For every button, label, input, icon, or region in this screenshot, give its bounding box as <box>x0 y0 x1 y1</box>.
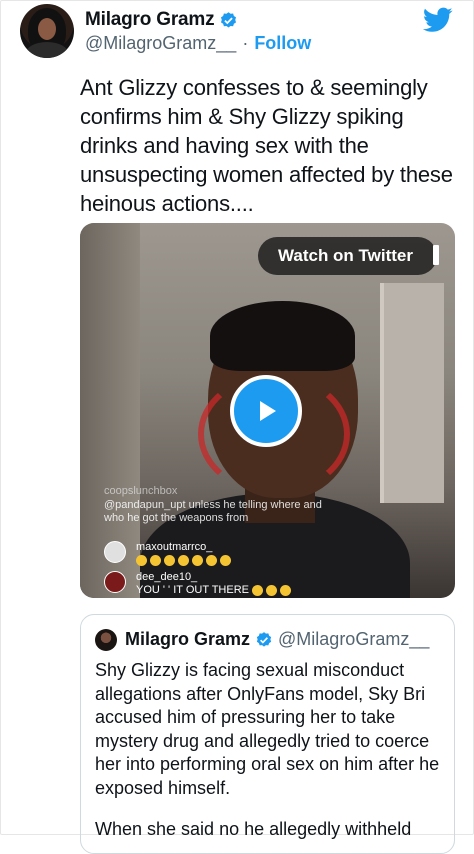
quoted-tweet[interactable]: Milagro Gramz @MilagroGramz__ Shy Glizzy… <box>80 614 455 854</box>
comment-line-2: who he got the weapons from <box>104 512 249 524</box>
twitter-bird-icon[interactable] <box>423 7 453 33</box>
comment-row: dee_dee10_ YOU ' ' IT OUT THERE <box>104 571 294 597</box>
handle[interactable]: @MilagroGramz__ <box>85 33 236 54</box>
play-button[interactable] <box>230 375 302 447</box>
laughing-emoji-icon <box>220 554 231 566</box>
laughing-emoji-icon <box>178 554 189 566</box>
follow-button[interactable]: Follow <box>254 33 311 54</box>
laughing-emoji-icon <box>206 554 217 566</box>
laughing-emoji-icon <box>280 584 292 596</box>
quoted-author-row: Milagro Gramz @MilagroGramz__ <box>125 629 429 650</box>
video-thumbnail[interactable]: Watch on Twitter coopslunchbox @pandapun… <box>80 223 455 598</box>
laughing-emoji-icon <box>266 584 278 596</box>
comment-username: dee_dee10_ <box>136 571 198 583</box>
comment-text: YOU ' ' IT OUT THERE <box>136 584 249 596</box>
quoted-avatar <box>95 629 117 651</box>
comment-line-1: @pandapun_upt unless he telling where an… <box>104 499 322 511</box>
author-name-row: Milagro Gramz <box>85 9 238 31</box>
play-icon <box>260 401 276 421</box>
comment-username: maxoutmarrco_ <box>136 541 213 553</box>
tweet-card: Milagro Gramz @MilagroGramz__ · Follow A… <box>0 0 474 854</box>
laughing-emoji-icon <box>252 584 264 596</box>
quoted-text-continued: When she said no he allegedly withheld <box>95 819 412 839</box>
separator: · <box>242 33 249 53</box>
quoted-display-name: Milagro Gramz <box>125 629 251 649</box>
comment-row: maxoutmarrco_ <box>104 541 234 567</box>
tweet-text: Ant Glizzy confesses to & seemingly conf… <box>80 75 453 216</box>
comment-avatar <box>104 541 126 563</box>
comment-user-faded: coopslunchbox <box>104 485 178 497</box>
handle-row: @MilagroGramz__ · Follow <box>85 33 311 54</box>
verified-badge-icon <box>256 631 272 647</box>
quoted-text: Shy Glizzy is facing sexual misconduct a… <box>95 660 440 798</box>
avatar[interactable] <box>20 4 74 58</box>
emoji-row <box>136 554 234 567</box>
watch-on-twitter-button[interactable]: Watch on Twitter <box>257 237 439 275</box>
quoted-handle: @MilagroGramz__ <box>278 629 430 649</box>
watch-label: Watch on Twitter <box>277 246 413 265</box>
comment-avatar <box>104 571 126 593</box>
verified-badge-icon <box>221 11 237 28</box>
laughing-emoji-icon <box>192 554 203 566</box>
comment-text: @pandapun_upt unless he telling where an… <box>104 499 404 525</box>
laughing-emoji-icon <box>164 554 175 566</box>
display-name[interactable]: Milagro Gramz <box>85 9 215 31</box>
laughing-emoji-icon <box>150 554 161 566</box>
laughing-emoji-icon <box>136 554 147 566</box>
